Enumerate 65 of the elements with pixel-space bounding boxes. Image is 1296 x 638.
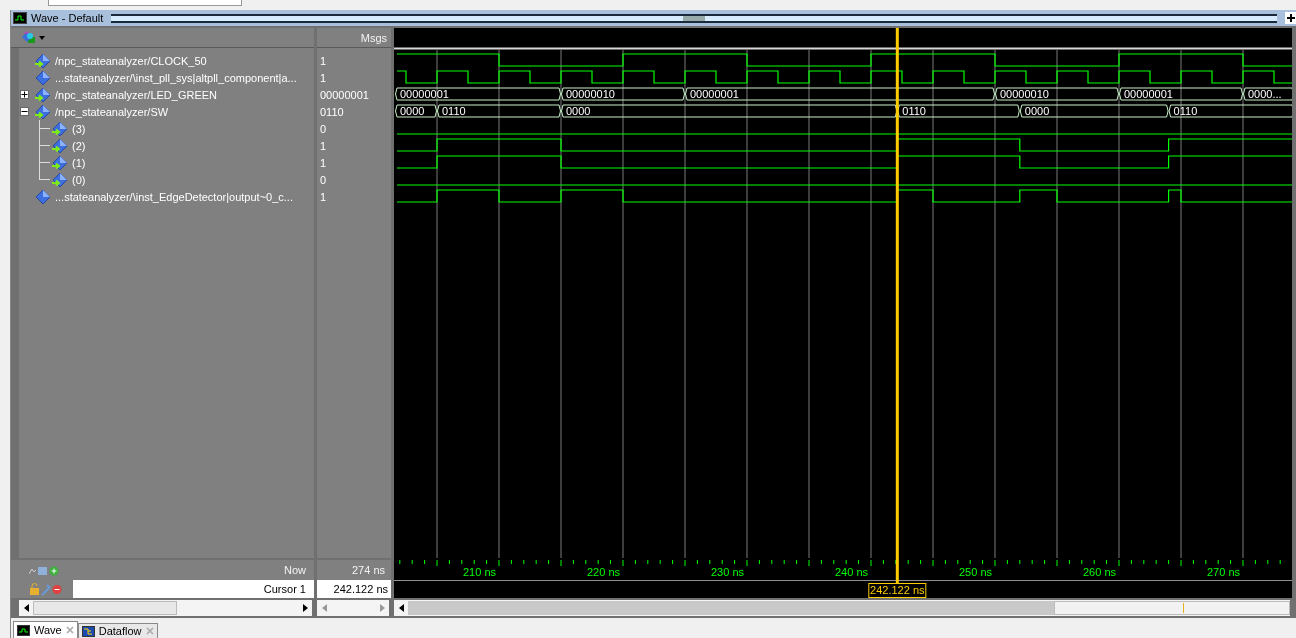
signal-value: 00000001 xyxy=(320,88,369,101)
scroll-right-icon[interactable] xyxy=(302,604,308,612)
time-label: 240 ns xyxy=(834,566,868,578)
signal-value: 0 xyxy=(320,173,327,186)
bus-value: 0000 xyxy=(566,105,591,117)
signal-value: 1 xyxy=(320,190,327,203)
scroll-left-icon[interactable] xyxy=(23,604,29,612)
now-time: 274 ns xyxy=(351,564,385,576)
signal-name[interactable]: (2) xyxy=(72,139,86,152)
signal-value: 1 xyxy=(320,71,327,84)
bus-value: 00000001 xyxy=(690,88,739,100)
collapse-icon[interactable] xyxy=(20,107,29,116)
horizontal-scrollbar[interactable] xyxy=(19,600,312,616)
bus-value: 00000010 xyxy=(566,88,615,100)
grip-handle[interactable] xyxy=(683,15,706,21)
time-label: 210 ns xyxy=(462,566,496,578)
signal-name[interactable]: /npc_stateanalyzer/SW xyxy=(55,105,169,118)
bus-value: 00000010 xyxy=(1000,88,1049,100)
bus-value: 0110 xyxy=(1173,105,1198,117)
tab[interactable]: Dataflow xyxy=(77,623,158,638)
cursor-time-tag[interactable]: 242.122 ns xyxy=(868,583,927,598)
signal-name[interactable]: (0) xyxy=(72,173,86,186)
caret-icon[interactable] xyxy=(39,35,45,40)
signal-name[interactable]: /npc_stateanalyzer/CLOCK_50 xyxy=(55,54,207,67)
signal-value: 0110 xyxy=(320,105,344,118)
signal-name[interactable]: ...stateanalyzer/\inst_EdgeDetector|output~0_c... xyxy=(55,190,293,203)
bus-value: 0110 xyxy=(442,105,466,117)
time-label: 260 ns xyxy=(1082,566,1116,578)
column-header: Msgs xyxy=(360,31,387,44)
cursor-tools-icon[interactable] xyxy=(29,582,63,596)
signal-name[interactable]: /npc_stateanalyzer/LED_GREEN xyxy=(55,88,218,101)
bus-value: 0110 xyxy=(902,105,926,117)
maximize-icon[interactable] xyxy=(1285,12,1296,24)
close-icon[interactable] xyxy=(145,627,154,635)
toolbar-icons-icon[interactable] xyxy=(29,564,59,576)
signal-name[interactable]: ...stateanalyzer/\inst_pll_sys|altpll_component|a... xyxy=(55,71,297,84)
time-label: 270 ns xyxy=(1206,566,1240,578)
signal-value: 1 xyxy=(320,156,327,169)
cursor-name[interactable]: Cursor 1 xyxy=(73,580,314,598)
cursor-time: 242.122 ns xyxy=(333,583,388,595)
signal-value: 1 xyxy=(320,54,327,67)
now-label: Now xyxy=(284,564,306,576)
time-label: 230 ns xyxy=(710,566,744,578)
time-label: 250 ns xyxy=(958,566,992,578)
wave-window-icon xyxy=(13,12,27,24)
bus-value: 00000001 xyxy=(1124,88,1173,100)
add-signals-icon[interactable] xyxy=(21,30,37,45)
window-title: Wave - Default xyxy=(31,12,104,24)
bus-value: 00000001 xyxy=(400,88,449,100)
bus-value: 0000... xyxy=(1248,88,1282,100)
bus-value: 0000 xyxy=(400,105,425,117)
horizontal-scrollbar[interactable] xyxy=(394,600,1290,616)
scroll-left-icon[interactable] xyxy=(398,604,404,612)
close-icon[interactable] xyxy=(65,626,74,634)
signal-name[interactable]: (1) xyxy=(72,156,86,169)
bus-value: 0000 xyxy=(1024,105,1050,117)
signal-value: 0 xyxy=(320,122,327,135)
signal-name[interactable]: (3) xyxy=(72,122,86,135)
cursor-line[interactable] xyxy=(895,28,899,583)
dataflow-window-icon xyxy=(81,625,95,637)
tab[interactable]: Wave xyxy=(13,621,78,638)
wave-window-icon xyxy=(17,624,30,636)
time-label: 220 ns xyxy=(586,566,620,578)
expand-icon[interactable] xyxy=(20,90,29,99)
signal-value: 1 xyxy=(320,139,327,152)
